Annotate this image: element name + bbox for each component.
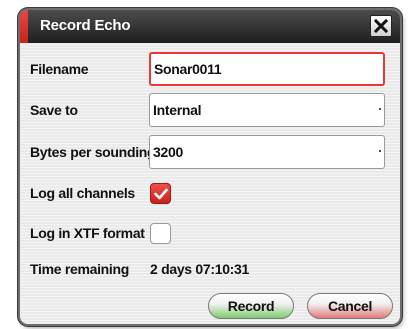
checkmark-icon xyxy=(153,188,168,199)
save-to-value: Internal xyxy=(153,102,202,118)
close-button[interactable] xyxy=(370,15,392,37)
bytes-per-sounding-label: Bytes per sounding xyxy=(30,144,156,160)
dropdown-indicator-icon xyxy=(379,150,381,152)
dialog-title: Record Echo xyxy=(40,17,131,34)
log-xtf-checkbox[interactable] xyxy=(150,223,171,244)
log-all-channels-label: Log all channels xyxy=(30,185,135,201)
dropdown-indicator-icon xyxy=(379,108,381,110)
bytes-per-sounding-dropdown[interactable]: 3200 xyxy=(149,135,385,169)
bytes-per-sounding-value: 3200 xyxy=(153,144,183,160)
time-remaining-label: Time remaining xyxy=(30,261,130,277)
filename-value: Sonar0011 xyxy=(154,61,222,77)
record-button[interactable]: Record xyxy=(208,293,294,319)
cancel-button[interactable]: Cancel xyxy=(307,293,393,319)
save-to-dropdown[interactable]: Internal xyxy=(149,93,385,127)
filename-label: Filename xyxy=(30,61,89,77)
close-icon xyxy=(374,19,388,33)
title-accent xyxy=(20,10,28,43)
title-bar: Record Echo xyxy=(20,10,400,43)
log-all-channels-checkbox[interactable] xyxy=(150,183,171,204)
log-xtf-label: Log in XTF format xyxy=(30,225,145,241)
time-remaining-value: 2 days 07:10:31 xyxy=(150,261,250,277)
filename-input[interactable]: Sonar0011 xyxy=(149,52,385,86)
save-to-label: Save to xyxy=(30,102,78,118)
record-echo-dialog: Record Echo Filename Sonar0011 Save to I… xyxy=(20,10,400,324)
